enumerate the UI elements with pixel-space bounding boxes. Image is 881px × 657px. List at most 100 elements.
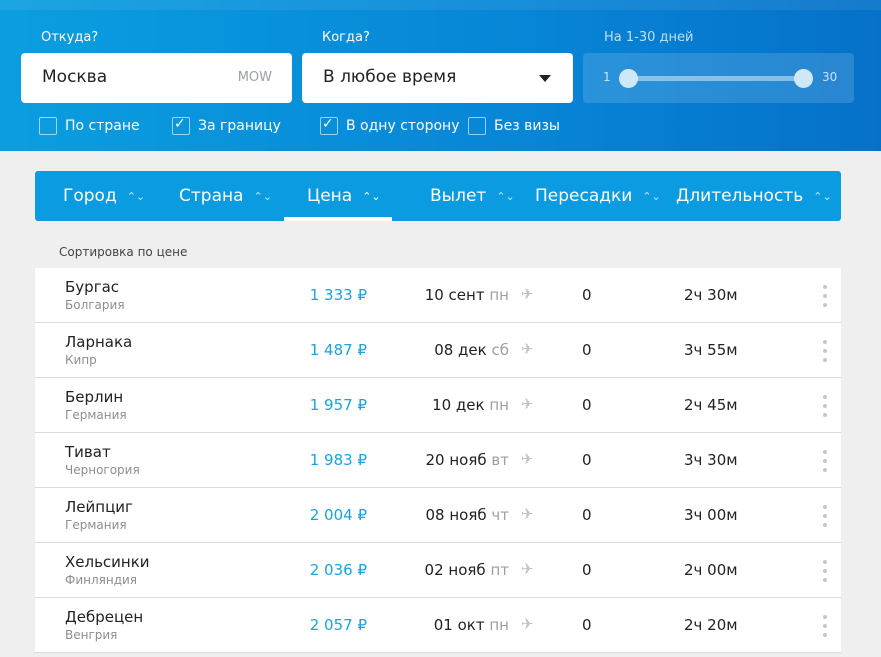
departure-date: 10 дек пн — [355, 396, 509, 414]
sort-by-stops[interactable]: Пересадки ⌃⌄ — [535, 171, 661, 221]
flight-row[interactable]: Лейпциг Германия 2 004 ₽08 нояб чт ✈ 0 3ч 00м — [35, 488, 841, 543]
more-vertical-icon[interactable] — [821, 395, 829, 417]
plane-icon: ✈ — [521, 615, 534, 633]
plane-icon: ✈ — [521, 450, 534, 468]
stops-count: 0 — [582, 506, 592, 524]
price: 1 333 ₽ — [309, 286, 367, 304]
departure-date: 20 нояб вт — [355, 451, 509, 469]
duration: 3ч 55м — [684, 341, 738, 359]
sort-label: Цена — [307, 186, 353, 206]
more-vertical-icon[interactable] — [821, 505, 829, 527]
active-sort-indicator — [284, 217, 392, 221]
sort-by-duration[interactable]: Длительность ⌃⌄ — [676, 171, 832, 221]
sort-by-price[interactable]: Цена ⌃⌄ — [307, 171, 381, 221]
country-name: Германия — [65, 408, 127, 422]
city-name: Хельсинки — [65, 553, 150, 571]
slider-max-handle[interactable] — [794, 69, 813, 88]
sort-bar: Город ⌃⌄ Страна ⌃⌄ Цена ⌃⌄ Вылет ⌃⌄ Пересадк… — [35, 171, 841, 221]
stops-count: 0 — [582, 341, 592, 359]
city-name: Лейпциг — [65, 498, 133, 516]
stops-count: 0 — [582, 561, 592, 579]
flight-row[interactable]: Бургас Болгария 1 333 ₽10 сент пн ✈ 0 2ч 30м — [35, 268, 841, 323]
checkbox-one-way[interactable]: ✓ В одну сторону — [320, 116, 460, 135]
date-value: 01 окт — [433, 616, 485, 634]
sort-label: Вылет — [430, 186, 487, 206]
country-name: Черногория — [65, 463, 140, 477]
plane-icon: ✈ — [521, 340, 534, 358]
flight-row[interactable]: Берлин Германия 1 957 ₽10 дек пн ✈ 0 2ч 45м — [35, 378, 841, 433]
country-name: Финляндия — [65, 573, 138, 587]
departure-date: 08 дек сб — [355, 341, 509, 359]
days-min-value: 1 — [603, 70, 611, 84]
plane-icon: ✈ — [521, 285, 534, 303]
sort-label: Длительность — [676, 186, 804, 206]
checkbox-box[interactable] — [468, 117, 486, 135]
date-value: 20 нояб — [425, 451, 487, 469]
departure-date: 01 окт пн — [355, 616, 509, 634]
sort-by-departure[interactable]: Вылет ⌃⌄ — [430, 171, 515, 221]
from-field[interactable]: Москва MOW — [21, 53, 292, 103]
date-value: 08 нояб — [425, 506, 487, 524]
weekday: чт — [491, 506, 509, 524]
from-label: Откуда? — [41, 30, 99, 45]
sort-by-country[interactable]: Страна ⌃⌄ — [179, 171, 272, 221]
checkbox-no-visa[interactable]: Без визы — [468, 117, 560, 135]
sort-chevron-icon: ⌃⌄ — [813, 189, 832, 203]
weekday: пн — [489, 396, 509, 414]
price: 2 057 ₽ — [309, 616, 367, 634]
price: 1 983 ₽ — [309, 451, 367, 469]
slider-track[interactable] — [628, 76, 804, 81]
plane-icon: ✈ — [521, 560, 534, 578]
more-vertical-icon[interactable] — [821, 450, 829, 472]
date-value: 08 дек — [434, 341, 487, 359]
checkbox-box[interactable] — [39, 117, 57, 135]
flight-row[interactable]: Тиват Черногория 1 983 ₽20 нояб вт ✈ 0 3ч 30м — [35, 433, 841, 488]
checkbox-abroad[interactable]: ✓ За границу — [172, 116, 281, 135]
city-name: Дебрецен — [65, 608, 144, 626]
stops-count: 0 — [582, 286, 592, 304]
stops-count: 0 — [582, 616, 592, 634]
flight-row[interactable]: Хельсинки Финляндия 2 036 ₽02 нояб пт ✈ 0 2ч … — [35, 543, 841, 598]
stops-count: 0 — [582, 396, 592, 414]
departure-date: 10 сент пн — [355, 286, 509, 304]
city-name: Берлин — [65, 388, 124, 406]
duration: 2ч 00м — [684, 561, 738, 579]
more-vertical-icon[interactable] — [821, 340, 829, 362]
more-vertical-icon[interactable] — [821, 560, 829, 582]
sort-by-city[interactable]: Город ⌃⌄ — [63, 171, 145, 221]
sort-chevron-icon: ⌃⌄ — [496, 189, 515, 203]
sort-chevron-icon: ⌃⌄ — [253, 189, 272, 203]
city-name: Тиват — [65, 443, 111, 461]
flight-row[interactable]: Ларнака Кипр 1 487 ₽08 дек сб ✈ 0 3ч 55м — [35, 323, 841, 378]
sort-chevron-icon: ⌃⌄ — [126, 189, 146, 203]
from-code: MOW — [237, 70, 272, 85]
when-label: Когда? — [322, 30, 370, 45]
days-max-value: 30 — [822, 70, 838, 84]
slider-min-handle[interactable] — [619, 69, 638, 88]
duration: 2ч 30м — [684, 286, 738, 304]
checkbox-box[interactable]: ✓ — [320, 116, 338, 135]
checkbox-label: По стране — [65, 118, 140, 134]
sort-label: Страна — [179, 186, 244, 206]
checkbox-box[interactable]: ✓ — [172, 116, 190, 135]
city-name: Ларнака — [65, 333, 133, 351]
country-name: Кипр — [65, 353, 97, 367]
flight-row[interactable]: Дебрецен Венгрия 2 057 ₽01 окт пн ✈ 0 2ч 20м — [35, 598, 841, 653]
sort-label: Город — [63, 186, 117, 206]
duration: 2ч 20м — [684, 616, 738, 634]
more-vertical-icon[interactable] — [821, 285, 829, 307]
more-vertical-icon[interactable] — [821, 615, 829, 637]
checkbox-label: За границу — [198, 118, 281, 134]
duration: 3ч 30м — [684, 451, 738, 469]
country-name: Венгрия — [65, 628, 118, 642]
when-dropdown[interactable]: В любое время — [302, 53, 573, 103]
duration: 3ч 00м — [684, 506, 738, 524]
country-name: Болгария — [65, 298, 125, 312]
checkbox-label: Без визы — [494, 118, 560, 134]
city-name: Бургас — [65, 278, 120, 296]
weekday: пн — [489, 286, 509, 304]
country-name: Германия — [65, 518, 127, 532]
checkbox-label: В одну сторону — [346, 118, 460, 134]
days-range-slider[interactable]: 1 30 — [583, 53, 854, 103]
checkbox-by-country[interactable]: По стране — [39, 117, 140, 135]
